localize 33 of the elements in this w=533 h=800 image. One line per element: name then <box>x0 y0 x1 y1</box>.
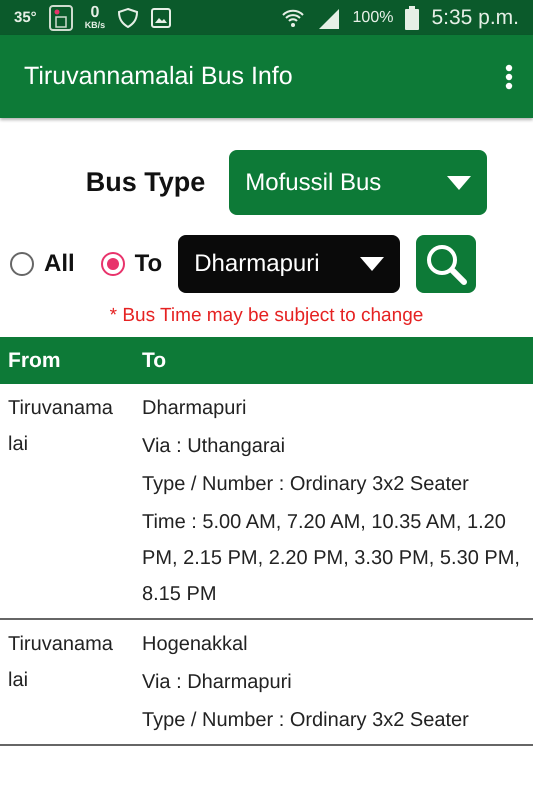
image-icon <box>151 8 172 28</box>
search-icon <box>424 242 468 286</box>
battery-percent: 100% <box>352 8 394 26</box>
dropdown-caret-icon <box>447 176 472 190</box>
sim-card-icon <box>48 4 73 30</box>
bus-type-text: Type / Number : Ordinary 3x2 Seater <box>142 472 470 497</box>
clock-text: 5:35 p.m. <box>431 6 519 30</box>
speed-unit: KB/s <box>84 21 106 30</box>
via-text: Via : Dharmapuri <box>142 670 293 695</box>
temperature-text: 35° <box>14 9 37 26</box>
dropdown-caret-icon <box>360 257 384 271</box>
column-header: From <box>8 348 62 372</box>
time-text: Time : 5.00 AM, 7.20 AM, 10.35 AM, 1.20 PM, 2.15 PM, 2.20 PM, 3.30 PM, 5.30 PM, 8.15 PM <box>142 510 521 607</box>
radio-option[interactable]: All <box>10 250 75 278</box>
bus-type-text: Type / Number : Ordinary 3x2 Seater <box>142 708 470 733</box>
battery-icon <box>405 6 420 30</box>
from-cell-text: Tiruvanamalai <box>8 632 114 693</box>
radio-option[interactable]: To <box>100 250 162 278</box>
from-cell-text: Tiruvanamalai <box>8 396 114 457</box>
destination-text: Dharmapuri <box>142 396 248 421</box>
app-title: Tiruvannamalai Bus Info <box>24 62 294 91</box>
bus-type-label: Bus Type <box>86 167 206 198</box>
destination-dropdown[interactable]: Dharmapuri <box>178 235 400 293</box>
bus-type-dropdown[interactable]: Mofussil Bus <box>229 150 488 215</box>
search-button[interactable] <box>416 235 476 293</box>
notice-text: * Bus Time may be subject to change <box>108 305 424 327</box>
more-options-icon[interactable] <box>505 64 513 90</box>
speed-value: 0 <box>90 5 100 21</box>
column-header: To <box>142 348 168 372</box>
destination-text: Hogenakkal <box>142 632 249 657</box>
shield-icon <box>117 6 140 28</box>
via-text: Via : Uthangarai <box>142 434 286 459</box>
signal-icon <box>316 6 341 28</box>
